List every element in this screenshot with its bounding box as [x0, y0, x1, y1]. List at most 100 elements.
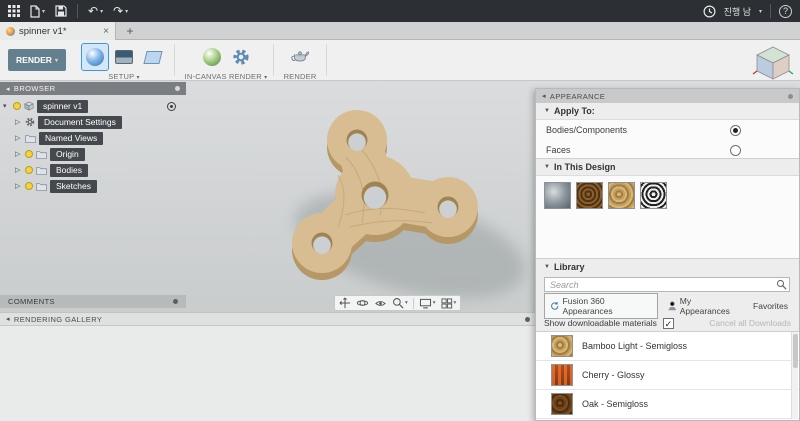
- in-canvas-render-button[interactable]: [199, 44, 225, 70]
- component-cube-icon: [24, 101, 34, 111]
- cancel-downloads-button[interactable]: Cancel all Downloads: [709, 318, 791, 328]
- pan-button[interactable]: [339, 297, 351, 309]
- view-cube[interactable]: [752, 44, 794, 82]
- browser-tree: ▾ spinner v1 ▷ Document Settings ▷ Named…: [0, 95, 186, 194]
- close-icon[interactable]: ×: [103, 26, 109, 37]
- material-name: Oak - Semigloss: [582, 399, 649, 409]
- tree-item-label[interactable]: Sketches: [50, 179, 97, 193]
- visibility-bulb-icon[interactable]: [25, 166, 33, 174]
- material-row-bamboo[interactable]: Bamboo Light - Semigloss: [536, 332, 799, 361]
- tree-row-origin[interactable]: ▷ Origin: [0, 146, 186, 162]
- look-at-button[interactable]: [374, 298, 387, 309]
- apply-to-section-header[interactable]: ▼ Apply To:: [536, 103, 799, 119]
- tree-root-row[interactable]: ▾ spinner v1: [0, 98, 186, 114]
- design-swatch-zebra[interactable]: [640, 182, 667, 209]
- toolbar-divider: [326, 44, 327, 76]
- undo-button[interactable]: ↶ ▾: [88, 5, 103, 17]
- grid-layout-button[interactable]: ▾: [441, 297, 456, 309]
- material-thumbnail: [551, 393, 573, 415]
- redo-button[interactable]: ↷ ▾: [113, 5, 128, 17]
- chevron-down-icon: ▾: [432, 300, 436, 306]
- radio-bodies-components[interactable]: [730, 124, 741, 136]
- scrollbar-thumb[interactable]: [793, 334, 798, 368]
- teapot-icon: [291, 51, 310, 62]
- appearance-tool-button[interactable]: [81, 43, 109, 71]
- visibility-bulb-icon[interactable]: [13, 102, 21, 110]
- panel-pin-icon[interactable]: [175, 86, 180, 91]
- material-name: Bamboo Light - Semigloss: [582, 341, 688, 351]
- scene-settings-icon: [115, 50, 133, 64]
- chevron-down-icon[interactable]: ▾: [759, 8, 762, 15]
- expand-arrow-icon[interactable]: ▷: [15, 182, 22, 190]
- user-account-label[interactable]: 진행 남: [724, 5, 751, 18]
- zoom-window-button[interactable]: ▾: [392, 297, 408, 309]
- app-grid-icon[interactable]: [8, 5, 20, 17]
- apply-option-bodies[interactable]: Bodies/Components: [536, 120, 799, 140]
- new-document-tab-button[interactable]: +: [122, 23, 138, 39]
- panel-pin-icon[interactable]: [788, 93, 793, 99]
- save-button[interactable]: [55, 5, 67, 17]
- show-downloadable-checkbox[interactable]: ✓: [662, 317, 674, 329]
- tree-item-label[interactable]: Named Views: [39, 131, 104, 145]
- material-thumbnail: [551, 364, 573, 386]
- display-settings-button[interactable]: ▾: [419, 298, 436, 309]
- scene-settings-button[interactable]: [111, 44, 137, 70]
- material-row-oak[interactable]: Oak - Semigloss: [536, 390, 799, 419]
- render-button[interactable]: [287, 44, 313, 70]
- collapse-arrow-icon[interactable]: ◂: [6, 85, 10, 93]
- in-this-design-section-header[interactable]: ▼ In This Design: [536, 159, 799, 175]
- rendering-gallery-bar[interactable]: ◂ RENDERING GALLERY: [0, 312, 536, 326]
- tree-row-named-views[interactable]: ▷ Named Views: [0, 130, 186, 146]
- radio-faces[interactable]: [730, 144, 741, 156]
- visibility-bulb-icon[interactable]: [25, 150, 33, 158]
- panel-pin-icon[interactable]: [525, 316, 530, 322]
- orbit-button[interactable]: [356, 297, 369, 309]
- appearance-panel: ◂ APPEARANCE ▼ Apply To: Bodies/Componen…: [535, 88, 800, 421]
- viewport-navbar: ▾ ▾ ▾: [334, 295, 462, 311]
- browser-panel-header[interactable]: ◂ BROWSER: [0, 82, 186, 95]
- comments-bar[interactable]: COMMENTS: [0, 295, 186, 308]
- apply-option-faces[interactable]: Faces: [536, 140, 799, 160]
- appearance-panel-title: APPEARANCE: [549, 91, 606, 101]
- chevron-down-icon: ▼: [544, 164, 550, 170]
- workspace-switcher-button[interactable]: RENDER ▾: [8, 49, 66, 71]
- expand-arrow-icon[interactable]: ▷: [15, 166, 22, 174]
- tree-root-label[interactable]: spinner v1: [37, 99, 89, 113]
- tree-item-label[interactable]: Document Settings: [38, 115, 122, 129]
- help-button[interactable]: ?: [779, 4, 792, 18]
- tree-row-document-settings[interactable]: ▷ Document Settings: [0, 114, 186, 130]
- toolbar-divider: [273, 44, 274, 76]
- collapse-arrow-icon[interactable]: ◂: [542, 92, 546, 100]
- render-settings-button[interactable]: [228, 44, 254, 70]
- expand-arrow-icon[interactable]: ▷: [15, 134, 22, 142]
- activate-component-radio[interactable]: [167, 101, 176, 111]
- design-swatch-bamboo[interactable]: [608, 182, 635, 209]
- material-list-scrollbar[interactable]: [791, 332, 798, 419]
- tab-favorites[interactable]: Favorites: [750, 299, 791, 313]
- document-tab-active[interactable]: spinner v1* ×: [0, 22, 116, 40]
- render-sphere-icon: [202, 48, 221, 66]
- tree-item-label[interactable]: Bodies: [50, 163, 88, 177]
- appearance-panel-header[interactable]: ◂ APPEARANCE: [536, 89, 799, 103]
- design-swatch-walnut[interactable]: [576, 182, 603, 209]
- spinner-3d-model[interactable]: [250, 95, 550, 310]
- expand-arrow-icon[interactable]: ▷: [15, 150, 22, 158]
- topbar-divider: [77, 4, 79, 18]
- tree-row-sketches[interactable]: ▷ Sketches: [0, 178, 186, 194]
- job-status-clock-icon[interactable]: [703, 4, 716, 18]
- design-swatch-steel[interactable]: [544, 182, 571, 209]
- navbar-divider: [412, 297, 414, 309]
- decal-button[interactable]: [140, 44, 166, 70]
- tree-row-bodies[interactable]: ▷ Bodies: [0, 162, 186, 178]
- expand-arrow-icon[interactable]: ▾: [3, 102, 10, 110]
- collapse-arrow-icon[interactable]: ◂: [6, 315, 10, 323]
- panel-pin-icon[interactable]: [173, 299, 178, 304]
- visibility-bulb-icon[interactable]: [25, 182, 33, 190]
- appearance-sphere-icon: [86, 48, 104, 66]
- material-row-cherry[interactable]: Cherry - Glossy: [536, 361, 799, 390]
- expand-arrow-icon[interactable]: ▷: [15, 118, 22, 126]
- library-section-header[interactable]: ▼ Library: [536, 259, 799, 275]
- search-input[interactable]: [544, 277, 790, 292]
- tree-item-label[interactable]: Origin: [50, 147, 85, 161]
- file-menu-button[interactable]: ▾: [30, 4, 45, 18]
